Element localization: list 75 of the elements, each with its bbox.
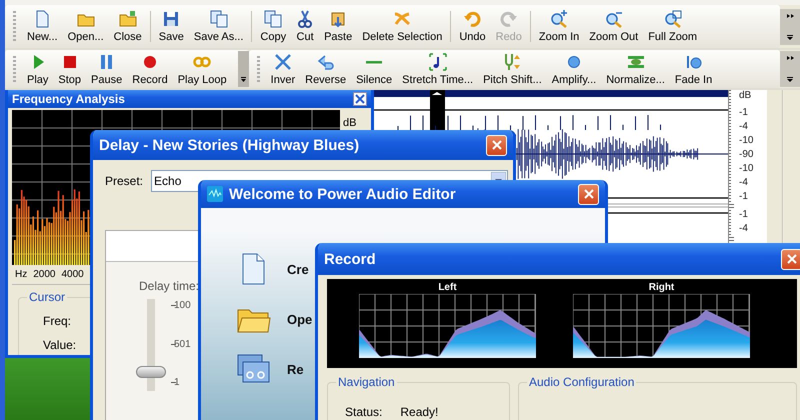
- documents-icon: [210, 10, 228, 28]
- field-label: Value:: [43, 338, 76, 352]
- unit-label: dB: [343, 117, 356, 129]
- line-icon: [365, 60, 384, 64]
- clipboard-icon: [329, 10, 348, 28]
- window-title: Welcome to Power Audio Editor: [229, 186, 457, 202]
- channel-label: Left: [438, 282, 457, 293]
- toolbar-button[interactable]: Save: [154, 5, 189, 48]
- playhead-marker[interactable]: [430, 90, 445, 130]
- group-legend: Audio Configuration: [527, 375, 636, 389]
- toolbar-button[interactable]: Normalize...: [601, 50, 670, 88]
- toolbar-button[interactable]: Cut: [291, 5, 320, 48]
- magnifier-icon: [664, 10, 682, 28]
- toolbar-button[interactable]: Stretch Time...: [397, 50, 478, 88]
- folder-icon: [118, 10, 137, 28]
- toolbar-button[interactable]: Fade In: [670, 50, 718, 88]
- menu-option[interactable]: Cre: [287, 262, 309, 276]
- toolbar-button[interactable]: Play Loop: [172, 50, 232, 88]
- toolbar-button[interactable]: Record: [127, 50, 173, 88]
- zoom-out-icon: [604, 10, 623, 28]
- channel-label: Right: [648, 282, 674, 293]
- toolbar-button[interactable]: Full Zoom: [643, 5, 702, 48]
- status-value: Ready!: [400, 405, 438, 419]
- toolbar-button[interactable]: Save As...: [188, 5, 248, 48]
- toolbar-button[interactable]: Delete Selection: [357, 5, 448, 48]
- redo-arrow-icon: [500, 10, 518, 28]
- group-legend: Cursor: [27, 290, 68, 304]
- close-button[interactable]: [353, 92, 367, 106]
- slider-thumb[interactable]: [136, 366, 166, 378]
- preset-label: Preset:: [105, 174, 144, 188]
- field-label: Freq:: [43, 314, 72, 328]
- tuning-fork-icon: [503, 52, 522, 70]
- toolbar-button[interactable]: Close: [108, 5, 147, 48]
- toolbar-overflow-icon[interactable]: [780, 8, 800, 44]
- scissors-icon: [296, 10, 314, 28]
- toolbar-button[interactable]: Zoom In: [534, 5, 584, 48]
- window-title: Delay - New Stories (Highway Blues): [99, 136, 360, 154]
- close-icon: [492, 140, 502, 150]
- app-icon: [207, 186, 223, 202]
- toolbar-button[interactable]: Pause: [86, 50, 128, 88]
- toolbar-button[interactable]: Open...: [62, 5, 109, 48]
- toolbar-button[interactable]: Copy: [255, 5, 292, 48]
- toolbar-button[interactable]: Amplify...: [546, 50, 602, 88]
- toolbar-button[interactable]: Undo: [454, 5, 491, 48]
- toolbar-button[interactable]: Reverse: [300, 50, 352, 88]
- crossed-arrows-icon: [274, 52, 292, 70]
- copy-icon: [264, 10, 282, 28]
- close-icon: [355, 94, 365, 104]
- axis-label: 4000: [61, 269, 84, 280]
- close-icon: [786, 254, 796, 264]
- axis-label: 2000: [33, 269, 56, 280]
- zoom-in-icon: [550, 10, 568, 28]
- slider-label: Delay time:: [139, 279, 200, 293]
- close-icon: [584, 189, 594, 199]
- menu-option[interactable]: Ope: [287, 312, 312, 326]
- menu-option[interactable]: Re: [287, 362, 304, 376]
- music-note-icon: [428, 52, 447, 70]
- toolbar-button[interactable]: Stop: [53, 50, 86, 88]
- toolbar-button[interactable]: Silence: [351, 50, 398, 88]
- axis-label: Hz: [15, 269, 28, 280]
- window-title: Record: [324, 250, 377, 268]
- window-title: Frequency Analysis: [12, 92, 126, 106]
- status-label: Status:: [345, 405, 382, 419]
- group-legend: Navigation: [336, 375, 397, 389]
- toolbar-button[interactable]: Paste: [319, 5, 358, 48]
- toolbar-button[interactable]: Play: [22, 50, 54, 88]
- undo-arrow-icon: [463, 10, 482, 28]
- reverse-arrow-icon: [316, 52, 335, 70]
- toolbar-overflow-icon[interactable]: [238, 51, 249, 87]
- toolbar-button[interactable]: New...: [22, 5, 63, 48]
- toolbar-button[interactable]: Zoom Out: [584, 5, 644, 48]
- toolbar-overflow-icon[interactable]: [780, 51, 800, 87]
- delete-icon: [393, 10, 412, 28]
- toolbar-button[interactable]: Inver: [266, 50, 300, 88]
- toolbar-button[interactable]: Pitch Shift...: [478, 50, 547, 88]
